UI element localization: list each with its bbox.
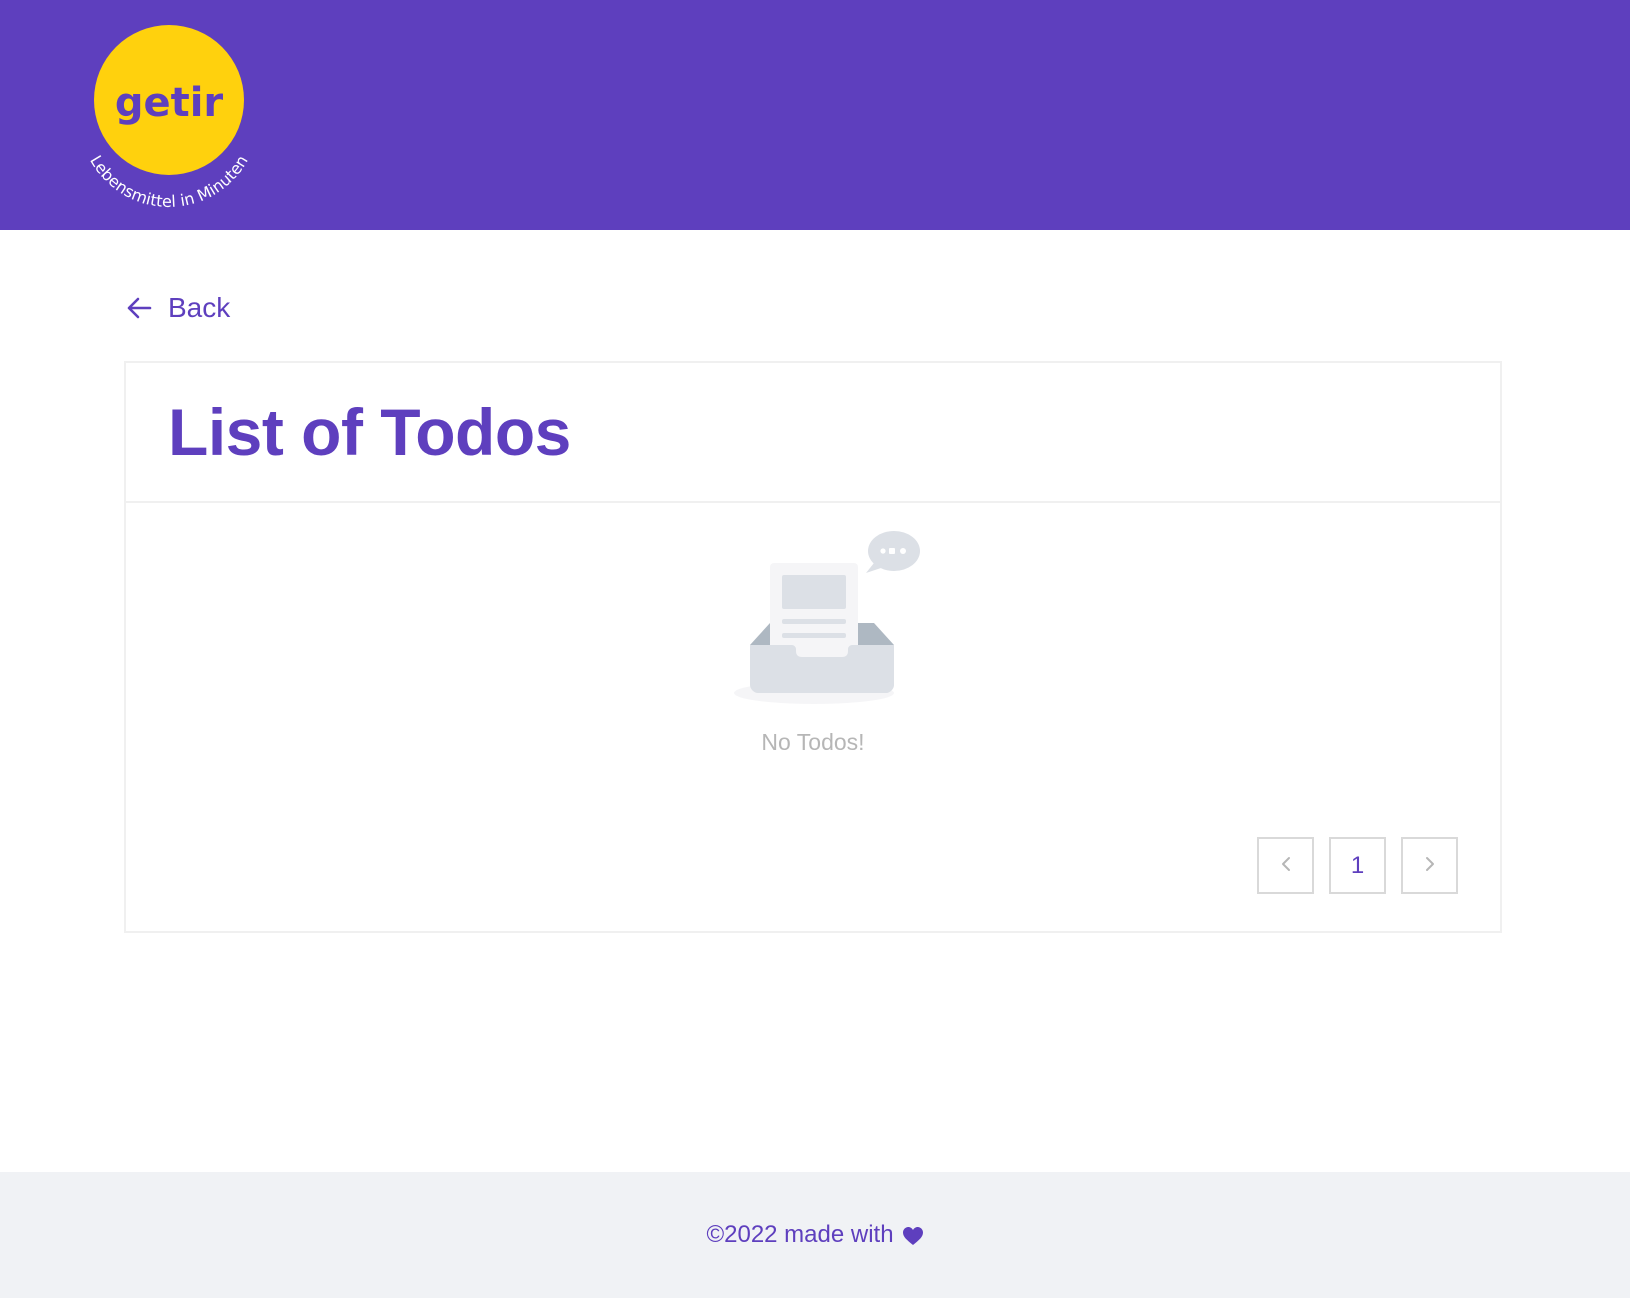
getir-logo-icon[interactable]: getir Lebensmittel in Minuten <box>74 20 264 211</box>
app-footer: ©2022 made with <box>0 1172 1630 1298</box>
page-title: List of Todos <box>168 395 571 469</box>
page-number-button[interactable]: 1 <box>1329 837 1386 894</box>
pagination: 1 <box>1257 837 1458 894</box>
prev-page-button[interactable] <box>1257 837 1314 894</box>
footer-text: ©2022 made with <box>706 1221 894 1248</box>
chevron-right-icon <box>1421 852 1439 880</box>
chevron-left-icon <box>1277 852 1295 880</box>
empty-inbox-icon <box>734 529 924 709</box>
empty-state-text: No Todos! <box>761 729 865 755</box>
heart-icon <box>902 1225 924 1245</box>
arrow-left-icon <box>124 293 154 323</box>
todos-card: List of Todos No Todos! 1 <box>124 361 1502 933</box>
next-page-button[interactable] <box>1401 837 1458 894</box>
app-header: getir Lebensmittel in Minuten <box>0 0 1630 230</box>
back-label: Back <box>168 292 231 323</box>
main-content: Back List of Todos No Todos! 1 <box>0 230 1630 1172</box>
back-link[interactable]: Back <box>124 290 230 326</box>
card-header: List of Todos <box>126 363 1500 503</box>
brand-text: getir <box>115 80 224 126</box>
